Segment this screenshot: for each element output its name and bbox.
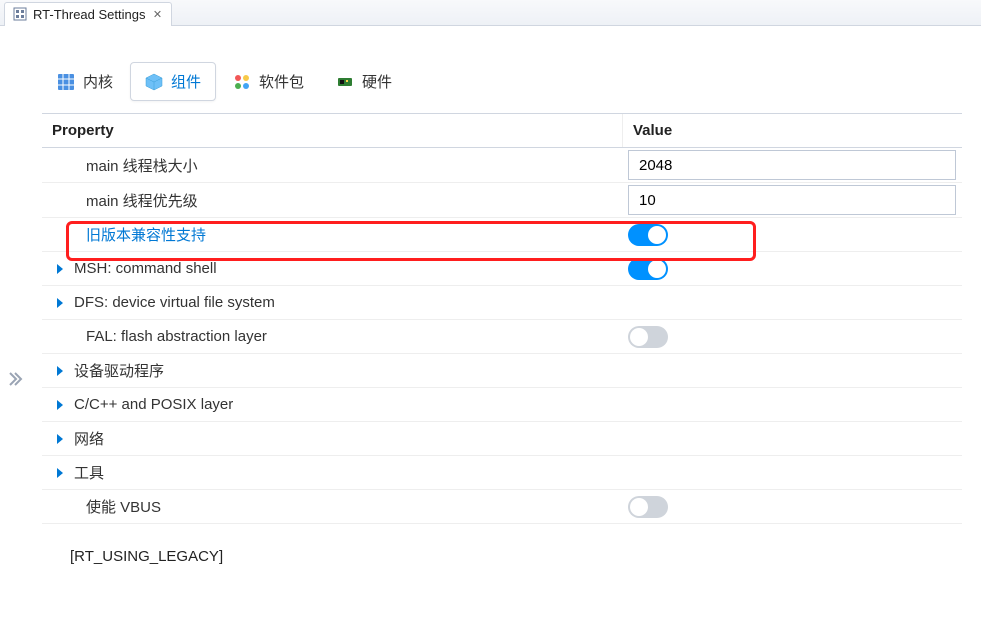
table-row[interactable]: DFS: device virtual file system — [42, 286, 962, 320]
column-value[interactable]: Value — [622, 114, 962, 147]
column-property[interactable]: Property — [42, 114, 622, 147]
property-label: 设备驱动程序 — [70, 360, 164, 381]
property-label: MSH: command shell — [70, 260, 217, 277]
properties-table: Property Value main 线程栈大小 main 线程优先级旧版本兼容… — [42, 113, 962, 524]
value-cell — [622, 437, 962, 441]
table-row[interactable]: 设备驱动程序 — [42, 354, 962, 388]
property-cell: 设备驱动程序 — [42, 356, 622, 385]
value-cell — [622, 148, 962, 182]
editor-tab[interactable]: RT-Thread Settings ✕ — [4, 2, 172, 26]
chevron-right-icon[interactable] — [50, 395, 70, 415]
value-cell — [622, 256, 962, 282]
value-cell — [622, 471, 962, 475]
value-cell — [622, 222, 962, 248]
property-label: 网络 — [70, 428, 104, 449]
chevron-right-icon[interactable] — [50, 429, 70, 449]
tab-hardware[interactable]: 硬件 — [321, 62, 407, 101]
grid-icon — [57, 73, 75, 91]
chevron-right-icon[interactable] — [50, 463, 70, 483]
property-cell: 网络 — [42, 424, 622, 453]
box-icon — [145, 73, 163, 91]
value-cell — [622, 324, 962, 350]
table-row[interactable]: main 线程栈大小 — [42, 148, 962, 183]
toggle-switch[interactable] — [628, 224, 668, 246]
table-row[interactable]: 工具 — [42, 456, 962, 490]
tab-kernel-label: 内核 — [83, 71, 113, 92]
property-label: main 线程优先级 — [82, 190, 198, 211]
toggle-knob — [648, 226, 666, 244]
chevron-right-icon[interactable] — [50, 361, 70, 381]
chevron-right-icon[interactable] — [50, 293, 70, 313]
property-label: C/C++ and POSIX layer — [70, 396, 233, 413]
settings-file-icon — [13, 7, 27, 21]
toggle-switch[interactable] — [628, 496, 668, 518]
chip-icon — [336, 73, 354, 91]
tab-packages-label: 软件包 — [259, 71, 304, 92]
property-cell: FAL: flash abstraction layer — [42, 324, 622, 349]
toggle-switch[interactable] — [628, 326, 668, 348]
property-cell: MSH: command shell — [42, 255, 622, 283]
value-cell — [622, 403, 962, 407]
property-label: 旧版本兼容性支持 — [82, 224, 206, 245]
property-label: main 线程栈大小 — [82, 155, 198, 176]
property-label: DFS: device virtual file system — [70, 294, 275, 311]
property-cell: 使能 VBUS — [42, 492, 622, 521]
category-tabs: 内核 组件 软件包 — [42, 62, 981, 101]
tab-components-label: 组件 — [171, 71, 201, 92]
chevron-right-icon[interactable] — [50, 259, 70, 279]
close-tab-icon[interactable]: ✕ — [151, 8, 163, 20]
toggle-knob — [648, 260, 666, 278]
table-row[interactable]: 网络 — [42, 422, 962, 456]
property-cell: C/C++ and POSIX layer — [42, 391, 622, 419]
property-label: 使能 VBUS — [82, 496, 161, 517]
property-cell: DFS: device virtual file system — [42, 289, 622, 317]
value-cell — [622, 183, 962, 217]
toggle-knob — [630, 328, 648, 346]
toggle-switch[interactable] — [628, 258, 668, 280]
property-label: 工具 — [70, 462, 104, 483]
value-cell — [622, 301, 962, 305]
tab-packages[interactable]: 软件包 — [218, 62, 319, 101]
table-row[interactable]: FAL: flash abstraction layer — [42, 320, 962, 354]
table-row[interactable]: main 线程优先级 — [42, 183, 962, 218]
status-text: [RT_USING_LEGACY] — [42, 524, 981, 565]
property-cell: main 线程栈大小 — [42, 151, 622, 180]
table-header: Property Value — [42, 114, 962, 148]
property-cell: 旧版本兼容性支持 — [42, 220, 622, 249]
side-expand-icon[interactable] — [6, 370, 24, 388]
editor-tab-title: RT-Thread Settings — [33, 7, 145, 22]
value-input[interactable] — [628, 150, 956, 180]
property-cell: 工具 — [42, 458, 622, 487]
tab-kernel[interactable]: 内核 — [42, 62, 128, 101]
value-input[interactable] — [628, 185, 956, 215]
value-cell — [622, 494, 962, 520]
table-row[interactable]: 使能 VBUS — [42, 490, 962, 524]
settings-panel: 内核 组件 软件包 — [0, 26, 981, 565]
table-row[interactable]: MSH: command shell — [42, 252, 962, 286]
tab-components[interactable]: 组件 — [130, 62, 216, 101]
property-cell: main 线程优先级 — [42, 186, 622, 215]
property-label: FAL: flash abstraction layer — [82, 328, 267, 345]
value-cell — [622, 369, 962, 373]
table-row[interactable]: C/C++ and POSIX layer — [42, 388, 962, 422]
apps-icon — [233, 73, 251, 91]
toggle-knob — [630, 498, 648, 516]
tab-hardware-label: 硬件 — [362, 71, 392, 92]
table-row[interactable]: 旧版本兼容性支持 — [42, 218, 962, 252]
editor-tab-bar: RT-Thread Settings ✕ — [0, 0, 981, 26]
